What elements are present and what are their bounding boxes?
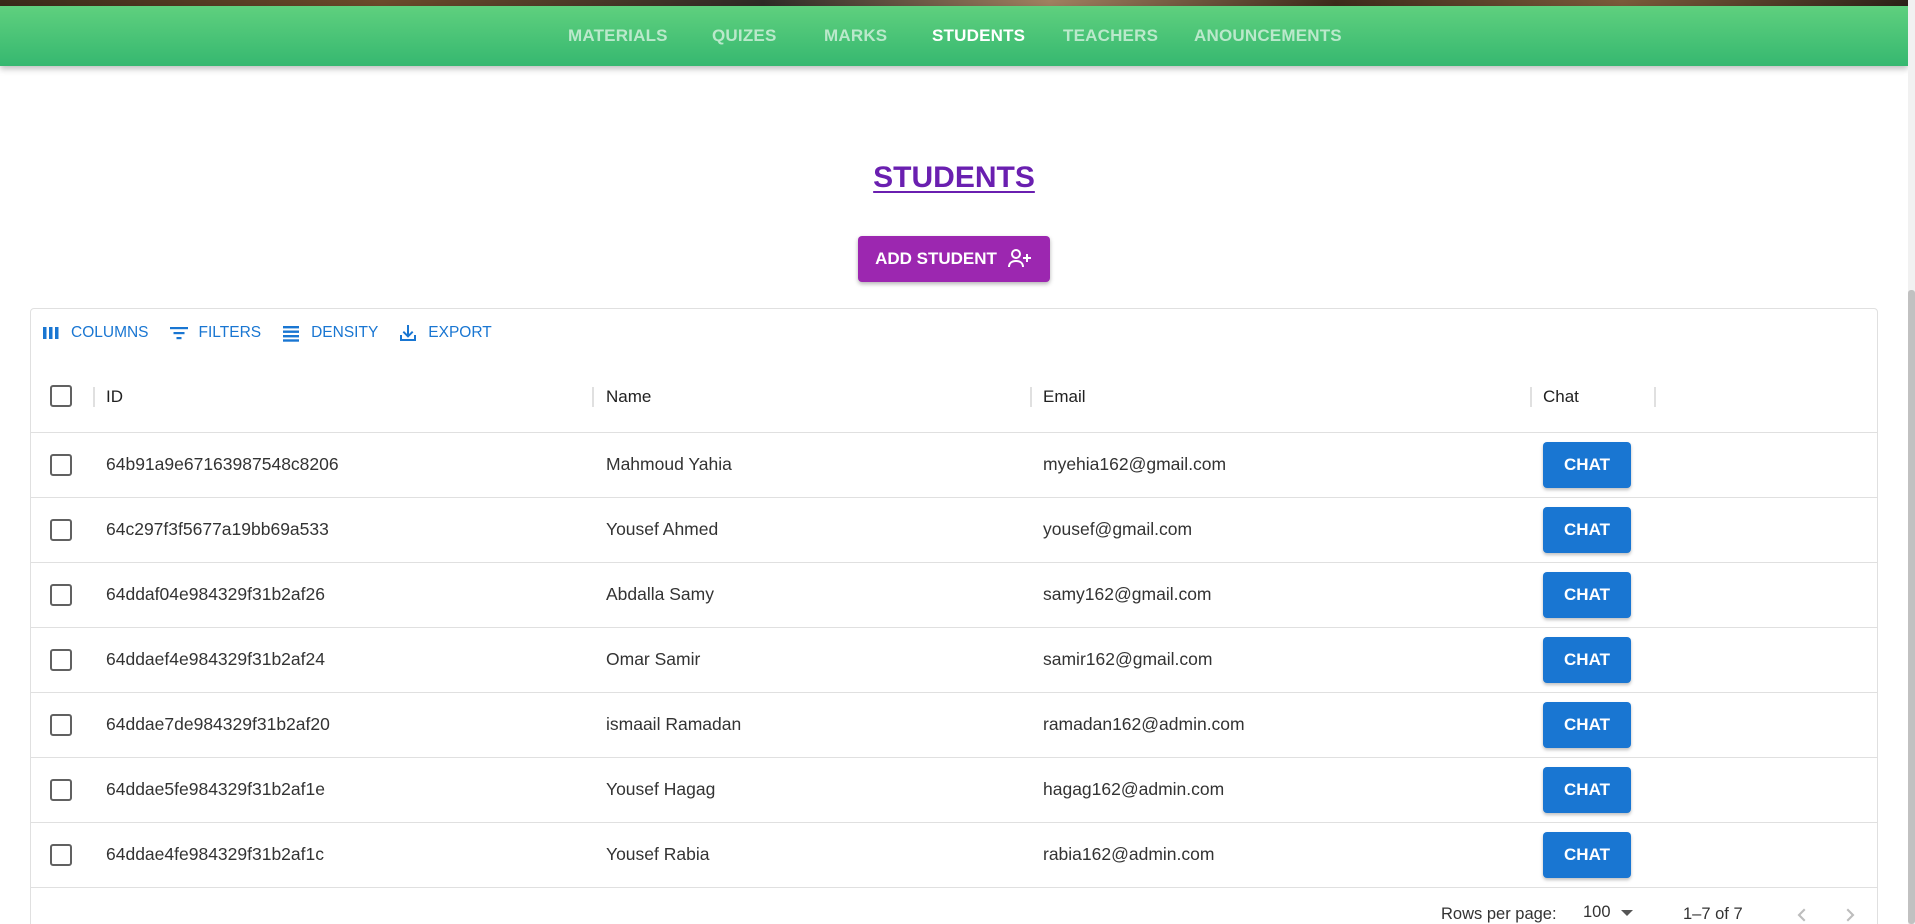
nav-item-teachers[interactable]: TEACHERS xyxy=(1063,26,1158,46)
cell-id: 64ddae4fe984329f31b2af1c xyxy=(106,844,324,864)
column-header-email[interactable]: Email xyxy=(1043,387,1086,407)
table-row[interactable]: 64ddaf04e984329f31b2af26 Abdalla Samy sa… xyxy=(31,563,1877,628)
cell-id: 64b91a9e67163987548c8206 xyxy=(106,454,339,474)
column-separator[interactable] xyxy=(1654,387,1656,407)
column-separator[interactable] xyxy=(592,387,594,407)
cell-name: Yousef Rabia xyxy=(606,844,710,864)
chat-button[interactable]: CHAT xyxy=(1543,637,1631,683)
table-row[interactable]: 64ddae4fe984329f31b2af1c Yousef Rabia ra… xyxy=(31,823,1877,888)
cell-id: 64ddaef4e984329f31b2af24 xyxy=(106,649,325,669)
cell-name: ismaail Ramadan xyxy=(606,714,742,734)
columns-label: COLUMNS xyxy=(71,324,149,341)
columns-icon xyxy=(43,327,59,339)
nav-item-materials[interactable]: MATERIALS xyxy=(568,26,668,46)
row-checkbox[interactable] xyxy=(50,584,72,606)
cell-id: 64ddae7de984329f31b2af20 xyxy=(106,714,330,734)
cell-name: Abdalla Samy xyxy=(606,584,714,604)
column-header-name[interactable]: Name xyxy=(606,387,651,407)
cell-id: 64ddae5fe984329f31b2af1e xyxy=(106,779,325,799)
column-header-id[interactable]: ID xyxy=(106,387,123,407)
export-label: EXPORT xyxy=(428,324,492,341)
nav-item-quizes[interactable]: QUIZES xyxy=(712,26,777,46)
cell-email: yousef@gmail.com xyxy=(1043,519,1193,539)
cell-email: rabia162@admin.com xyxy=(1043,844,1215,864)
cell-email: myehia162@gmail.com xyxy=(1043,454,1227,474)
filters-label: FILTERS xyxy=(198,324,262,341)
cell-name: Mahmoud Yahia xyxy=(606,454,732,474)
cell-email: ramadan162@admin.com xyxy=(1043,714,1245,734)
cell-id: 64c297f3f5677a19bb69a533 xyxy=(106,519,329,539)
column-separator[interactable] xyxy=(1030,387,1032,407)
filter-icon xyxy=(169,327,188,340)
add-student-label: ADD STUDENT xyxy=(875,249,997,268)
row-checkbox[interactable] xyxy=(50,649,72,671)
grid-toolbar: COLUMNS FILTERS DENSITY EXPORT xyxy=(41,323,498,343)
previous-page-button[interactable] xyxy=(1787,901,1815,924)
table-row[interactable]: 64ddaef4e984329f31b2af24 Omar Samir sami… xyxy=(31,628,1877,693)
rows-per-page-label: Rows per page: xyxy=(1441,905,1557,923)
chat-button[interactable]: CHAT xyxy=(1543,507,1631,553)
table-row[interactable]: 64ddae5fe984329f31b2af1e Yousef Hagag ha… xyxy=(31,758,1877,823)
column-separator[interactable] xyxy=(1530,387,1532,407)
table-header-row: ID Name Email Chat xyxy=(31,361,1877,433)
pagination-range: 1–7 of 7 xyxy=(1683,905,1743,923)
page-scrollbar[interactable] xyxy=(1908,0,1915,924)
grid-footer: Rows per page: 100 1–7 of 7 xyxy=(31,889,1877,924)
column-separator[interactable] xyxy=(93,387,95,407)
chat-button[interactable]: CHAT xyxy=(1543,572,1631,618)
chat-button[interactable]: CHAT xyxy=(1543,702,1631,748)
row-checkbox[interactable] xyxy=(50,519,72,541)
chat-button[interactable]: CHAT xyxy=(1543,832,1631,878)
export-button[interactable]: EXPORT xyxy=(398,323,492,343)
cell-email: hagag162@admin.com xyxy=(1043,779,1225,799)
table-row[interactable]: 64c297f3f5677a19bb69a533 Yousef Ahmed yo… xyxy=(31,498,1877,563)
filters-button[interactable]: FILTERS xyxy=(169,323,262,343)
row-checkbox[interactable] xyxy=(50,714,72,736)
scrollbar-thumb[interactable] xyxy=(1908,290,1915,924)
chat-button[interactable]: CHAT xyxy=(1543,767,1631,813)
page-title-container: STUDENTS xyxy=(0,158,1908,195)
dropdown-caret-icon xyxy=(1620,909,1633,916)
cell-email: samir162@gmail.com xyxy=(1043,649,1213,669)
cell-name: Yousef Ahmed xyxy=(606,519,719,539)
density-button[interactable]: DENSITY xyxy=(281,323,378,343)
person-add-icon xyxy=(1007,249,1031,268)
select-all-checkbox[interactable] xyxy=(50,385,72,407)
page: MATERIALS QUIZES MARKS STUDENTS TEACHERS… xyxy=(0,0,1915,924)
nav-item-marks[interactable]: MARKS xyxy=(824,26,887,46)
row-checkbox[interactable] xyxy=(50,844,72,866)
density-label: DENSITY xyxy=(311,324,379,341)
cell-email: samy162@gmail.com xyxy=(1043,584,1212,604)
download-icon xyxy=(400,325,417,341)
nav-item-students[interactable]: STUDENTS xyxy=(932,26,1025,46)
add-student-button[interactable]: ADD STUDENT xyxy=(858,236,1050,282)
cell-name: Yousef Hagag xyxy=(606,779,716,799)
rows-per-page-value: 100 xyxy=(1583,903,1611,921)
top-navbar: MATERIALS QUIZES MARKS STUDENTS TEACHERS… xyxy=(0,6,1908,66)
table-row[interactable]: 64b91a9e67163987548c8206 Mahmoud Yahia m… xyxy=(31,433,1877,498)
column-header-chat[interactable]: Chat xyxy=(1543,387,1579,407)
cell-id: 64ddaf04e984329f31b2af26 xyxy=(106,584,325,604)
chevron-right-icon xyxy=(1846,908,1855,922)
students-data-grid: COLUMNS FILTERS DENSITY EXPORT ID Name E… xyxy=(30,308,1878,924)
cell-name: Omar Samir xyxy=(606,649,701,669)
next-page-button[interactable] xyxy=(1837,901,1865,924)
row-checkbox[interactable] xyxy=(50,779,72,801)
rows-per-page-select[interactable]: 100 xyxy=(1583,903,1633,922)
density-icon xyxy=(283,326,300,342)
row-checkbox[interactable] xyxy=(50,454,72,476)
chevron-left-icon xyxy=(1797,908,1806,922)
columns-button[interactable]: COLUMNS xyxy=(41,323,149,343)
table-row[interactable]: 64ddae7de984329f31b2af20 ismaail Ramadan… xyxy=(31,693,1877,758)
chat-button[interactable]: CHAT xyxy=(1543,442,1631,488)
nav-item-anouncements[interactable]: ANOUNCEMENTS xyxy=(1194,26,1342,46)
page-title: STUDENTS xyxy=(873,161,1035,194)
